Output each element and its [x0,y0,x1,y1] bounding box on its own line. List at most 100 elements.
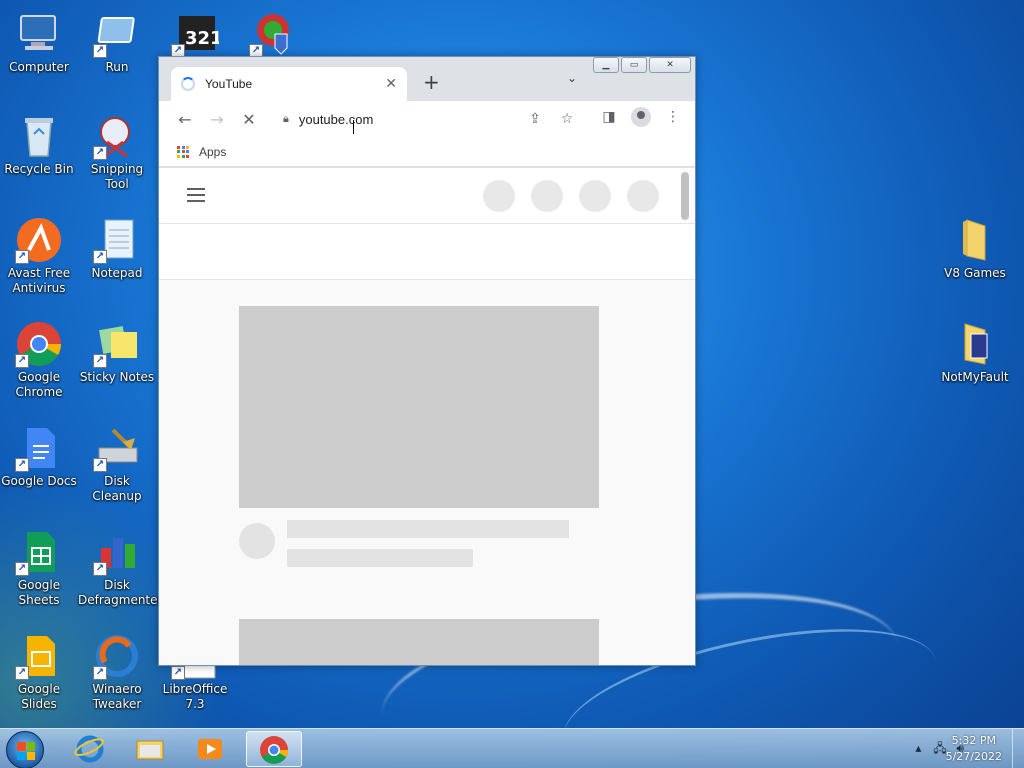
disk-defragmenter-icon: ↗ [93,528,141,576]
page-content [159,168,695,665]
desktop-icon-computer[interactable]: Computer [0,10,78,75]
new-tab-button[interactable]: + [423,70,440,94]
chrome-icon [260,736,288,764]
chips-bar-skeleton [159,224,695,280]
desktop-icon-security[interactable]: ↗ [234,10,312,60]
taskbar-media-player[interactable] [182,731,238,767]
taskbar-chrome[interactable] [246,731,302,767]
forward-arrow-icon[interactable]: → [201,110,233,129]
shortcut-arrow-icon: ↗ [93,354,107,368]
desktop-icon-disk-defragmenter[interactable]: ↗ Disk Defragmenter [78,528,163,608]
desktop-icon-label: Recycle Bin [4,162,74,176]
desktop-icon-avast[interactable]: ↗ Avast Free Antivirus [0,216,78,296]
minimize-button[interactable]: ▁ [593,57,619,73]
shortcut-arrow-icon: ↗ [93,250,107,264]
shortcut-arrow-icon: ↗ [15,666,29,680]
header-skeleton-circle [483,180,515,212]
profile-avatar-icon[interactable] [625,107,657,127]
stop-loading-icon[interactable]: ✕ [233,110,265,129]
taskbar-file-explorer[interactable] [122,731,178,767]
desktop-icon-google-sheets[interactable]: ↗ Google Sheets [0,528,78,608]
address-bar[interactable]: 🔒︎ youtube.com ⇪ ☆ [271,105,583,133]
share-icon[interactable]: ⇪ [519,111,551,127]
video-thumbnail-skeleton [239,619,599,665]
bookmark-apps[interactable]: Apps [199,145,226,159]
tab-close-icon[interactable]: ✕ [385,76,397,92]
computer-icon [15,10,63,58]
desktop-icon-recycle-bin[interactable]: Recycle Bin [0,112,78,177]
bookmark-star-icon[interactable]: ☆ [551,111,583,127]
back-arrow-icon[interactable]: ← [169,110,201,129]
desktop-icon-sticky-notes[interactable]: ↗ Sticky Notes [78,320,156,385]
desktop-icon-label: Disk Defragmenter [78,578,163,607]
clock-time: 5:32 PM [951,734,996,747]
show-hidden-icons-chevron-icon[interactable]: ▴ [915,741,921,755]
tab-title: YouTube [205,77,253,91]
desktop-icon-v8-games[interactable]: V8 Games [936,216,1014,281]
recycle-bin-icon [15,112,63,160]
system-clock[interactable]: 5:32 PM 5/27/2022 [946,733,1002,765]
shortcut-arrow-icon: ↗ [93,44,107,58]
shortcut-arrow-icon: ↗ [93,666,107,680]
shortcut-arrow-icon: ↗ [15,354,29,368]
desktop-icon-label: Notepad [91,266,143,280]
toolbar-right: ◨ ⋮ [593,107,689,127]
desktop-icon-label: Google Chrome [15,370,63,399]
shortcut-arrow-icon: ↗ [93,146,107,160]
desktop-icon-winaero-tweaker[interactable]: ↗ Winaero Tweaker [78,632,156,712]
tab-search-chevron-icon[interactable]: ⌄ [567,71,577,85]
start-button[interactable] [6,731,44,768]
page-scrollbar[interactable] [681,172,689,220]
shortcut-arrow-icon: ↗ [93,458,107,472]
network-icon[interactable]: 🖧︎ [933,741,946,755]
desktop-icon-label: Run [105,60,129,74]
desktop-icon-label: Winaero Tweaker [92,682,142,711]
run-icon: ↗ [93,10,141,58]
lock-icon[interactable]: 🔒︎ [283,112,289,126]
show-desktop-button[interactable] [1012,729,1024,768]
url-text[interactable]: youtube.com [299,112,519,127]
menu-kebab-icon[interactable]: ⋮ [657,109,689,125]
media-player-icon [198,739,222,759]
browser-toolbar: ← → ✕ 🔒︎ youtube.com ⇪ ☆ ◨ ⋮ [159,101,695,137]
shortcut-arrow-icon: ↗ [93,562,107,576]
desktop-icon-google-chrome[interactable]: ↗ Google Chrome [0,320,78,400]
desktop-icon-label: Google Sheets [17,578,61,607]
header-skeleton-circle [531,180,563,212]
desktop-icon-notmyfault[interactable]: NotMyFault [936,320,1014,385]
folder-icon [951,216,999,264]
shortcut-arrow-icon: ↗ [15,562,29,576]
desktop-icon-label: NotMyFault [941,370,1009,384]
side-panel-icon[interactable]: ◨ [593,109,625,125]
desktop-icon-media-player-classic[interactable]: 321 ↗ [156,10,234,60]
chrome-window[interactable]: YouTube ✕ + ⌄ ▁ ▭ ✕ ← → ✕ 🔒︎ youtube.com… [158,56,696,666]
bookmarks-bar: Apps [159,137,695,167]
apps-grid-icon[interactable] [177,145,189,158]
chrome-icon: ↗ [15,320,63,368]
file-explorer-icon [136,740,164,760]
desktop-icon-run[interactable]: ↗ Run [78,10,156,75]
desktop-icon-label: Disk Cleanup [92,474,142,503]
disk-cleanup-icon: ↗ [93,424,141,472]
desktop-icon-snipping-tool[interactable]: ↗ Snipping Tool [78,112,156,192]
maximize-button[interactable]: ▭ [621,57,647,73]
meta-line-skeleton [287,549,473,567]
google-slides-icon: ↗ [15,632,63,680]
shortcut-arrow-icon: ↗ [15,458,29,472]
desktop-icon-label: V8 Games [944,266,1006,280]
shortcut-arrow-icon: ↗ [15,250,29,264]
hamburger-menu-icon[interactable] [187,188,205,206]
windows-logo-icon [17,742,35,760]
folder-icon [951,320,999,368]
taskbar-internet-explorer[interactable] [62,731,118,767]
desktop-icon-label: Google Slides [17,682,61,711]
close-window-button[interactable]: ✕ [649,57,691,73]
desktop-icon-disk-cleanup[interactable]: ↗ Disk Cleanup [78,424,156,504]
desktop-icon-google-slides[interactable]: ↗ Google Slides [0,632,78,712]
video-thumbnail-skeleton [239,306,599,508]
desktop-icon-google-docs[interactable]: ↗ Google Docs [0,424,78,489]
desktop-icon-label: Sticky Notes [79,370,155,384]
tab-youtube[interactable]: YouTube ✕ [171,67,407,101]
desktop-icon-notepad[interactable]: ↗ Notepad [78,216,156,281]
google-sheets-icon: ↗ [15,528,63,576]
